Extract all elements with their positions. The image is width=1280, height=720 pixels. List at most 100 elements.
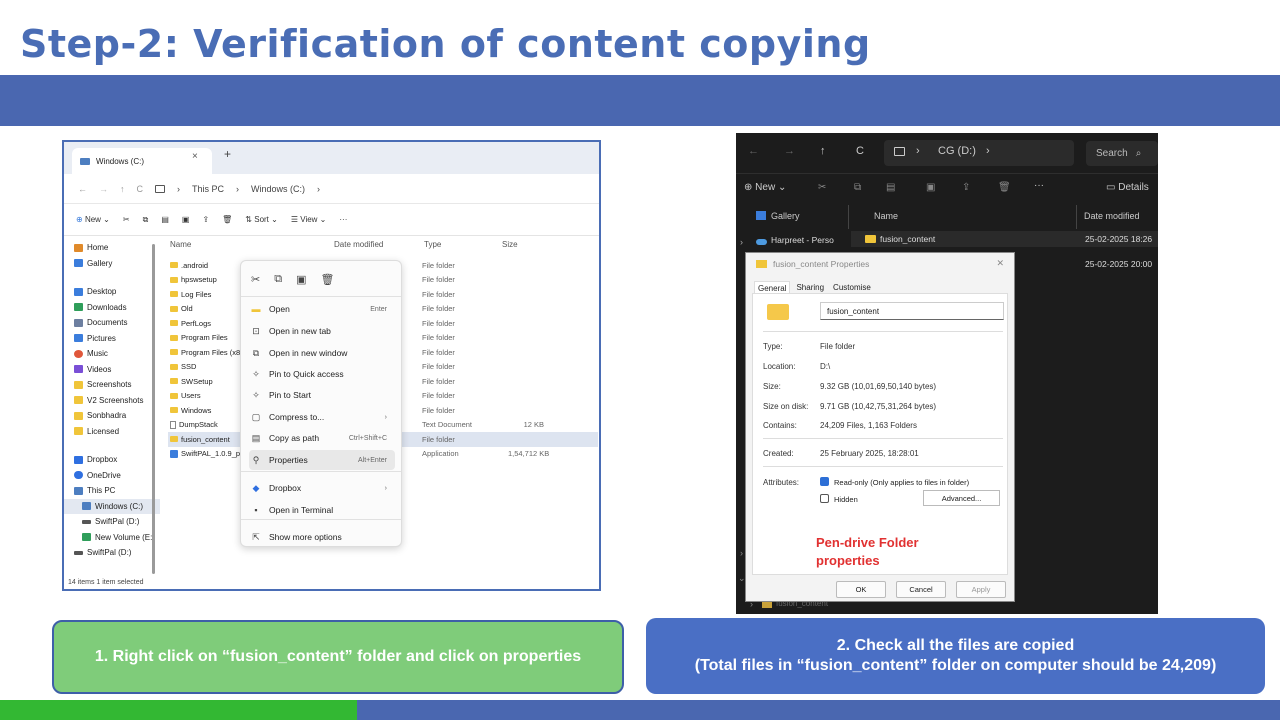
sidebar-item-gallery[interactable]: Gallery — [64, 256, 160, 272]
copy-icon[interactable]: ⧉ — [274, 273, 282, 286]
scrollbar[interactable] — [152, 244, 155, 574]
breadcrumb-drive[interactable]: CG (D:) — [938, 145, 976, 157]
apply-button[interactable]: Apply — [956, 581, 1006, 598]
folder-name-field[interactable]: fusion_content — [820, 302, 1004, 320]
sidebar-item-swiftpal-d-2[interactable]: SwiftPal (D:) — [64, 545, 160, 561]
forward-icon[interactable]: → — [99, 184, 108, 194]
hidden-checkbox[interactable] — [820, 494, 829, 503]
chevron-right-icon[interactable]: › — [740, 237, 743, 247]
menu-item-open-in-new-window[interactable]: ⧉ Open in new window — [249, 343, 395, 363]
file-type: File folder — [422, 275, 455, 285]
cut-icon[interactable]: ✂ — [251, 273, 260, 286]
sort-button[interactable]: ⇅ Sort ⌄ — [245, 215, 278, 224]
share-icon[interactable]: ⇪ — [202, 215, 209, 224]
address-bar: ← → ↑ C › This PC › Windows (C:) › — [64, 174, 599, 204]
plus-icon: ⊕ — [76, 215, 83, 224]
sidebar-item-home[interactable]: Home — [64, 240, 160, 256]
ok-button[interactable]: OK — [836, 581, 886, 598]
refresh-icon[interactable]: C — [137, 184, 144, 194]
cut-icon[interactable]: ✂ — [123, 215, 130, 224]
sidebar-item-licensed[interactable]: Licensed — [64, 424, 160, 440]
up-icon[interactable]: ↑ — [820, 145, 826, 157]
new-button[interactable]: ⊕ New ⌄ — [76, 215, 110, 224]
sidebar-item-windows-c[interactable]: Windows (C:) — [64, 498, 160, 514]
column-name[interactable]: Name — [170, 240, 191, 249]
location-value: D:\ — [820, 362, 831, 371]
view-button[interactable]: ☰ View ⌄ — [291, 215, 327, 224]
search-box[interactable]: Search ⌕ — [1086, 141, 1158, 166]
gallery-icon — [756, 211, 766, 220]
menu-item-open-in-new-tab[interactable]: ⊡ Open in new tab — [249, 321, 395, 341]
sidebar-item-harpreet[interactable]: Harpreet - Perso — [771, 235, 834, 245]
readonly-checkbox[interactable] — [820, 477, 829, 486]
back-icon[interactable]: ← — [748, 145, 759, 157]
sidebar-item-gallery[interactable]: Gallery — [771, 211, 800, 221]
sidebar-item-swiftpal-d[interactable]: SwiftPal (D:) — [64, 514, 160, 530]
sidebar-item-music[interactable]: Music — [64, 346, 160, 362]
rename-icon[interactable]: ▣ — [296, 273, 306, 286]
sidebar-item-desktop[interactable]: Desktop — [64, 284, 160, 300]
sidebar-item-onedrive[interactable]: OneDrive — [64, 468, 160, 484]
column-size[interactable]: Size — [502, 240, 518, 249]
sidebar-item-sonbhadra[interactable]: Sonbhadra — [64, 408, 160, 424]
sidebar-item-videos[interactable]: Videos — [64, 362, 160, 378]
new-button[interactable]: ⊕ New ⌄ — [744, 182, 786, 193]
menu-item-copy-as-path[interactable]: ▤ Copy as path Ctrl+Shift+C — [249, 428, 395, 448]
back-icon[interactable]: ← — [78, 184, 87, 194]
menu-item-open-in-terminal[interactable]: ▪ Open in Terminal — [249, 500, 395, 520]
menu-item-pin-to-quick-access[interactable]: ✧ Pin to Quick access — [249, 364, 395, 384]
sidebar-item-dropbox[interactable]: Dropbox — [64, 452, 160, 468]
column-date[interactable]: Date modified — [334, 240, 383, 249]
chevron-right-icon[interactable]: › — [740, 548, 743, 558]
details-button[interactable]: ▭ Details — [1106, 182, 1149, 193]
column-type[interactable]: Type — [424, 240, 441, 249]
copy-icon[interactable]: ⧉ — [854, 182, 861, 193]
menu-item-shortcut: Ctrl+Shift+C — [348, 434, 387, 442]
sidebar-item-this-pc[interactable]: This PC — [64, 483, 160, 499]
rename-icon[interactable]: ▣ — [926, 182, 935, 193]
menu-item-dropbox[interactable]: ◆ Dropbox › — [249, 478, 395, 498]
delete-icon[interactable]: 🗑 — [998, 182, 1011, 193]
breadcrumb-this-pc[interactable]: This PC — [192, 184, 224, 194]
menu-item-label: Pin to Quick access — [269, 369, 344, 379]
more-button[interactable]: ··· — [339, 215, 347, 224]
sidebar-item-pictures[interactable]: Pictures — [64, 331, 160, 347]
delete-icon[interactable]: 🗑 — [320, 273, 334, 286]
more-button[interactable]: ··· — [1034, 180, 1044, 191]
new-tab-icon[interactable]: + — [224, 147, 231, 161]
rename-icon[interactable]: ▣ — [182, 215, 190, 224]
tab-windows-c[interactable]: Windows (C:) — [72, 148, 212, 174]
sidebar-item-new-volume-e[interactable]: New Volume (E:) — [64, 530, 160, 546]
new-window-icon: ⧉ — [252, 347, 260, 358]
breadcrumb-sep: › — [317, 183, 321, 194]
close-icon[interactable]: ✕ — [996, 258, 1004, 269]
menu-item-compress-to[interactable]: ▢ Compress to... › — [249, 407, 395, 427]
column-name[interactable]: Name — [874, 211, 898, 221]
menu-item-show-more-options[interactable]: ⇱ Show more options — [249, 527, 395, 547]
menu-item-open[interactable]: ▬ Open Enter — [249, 299, 395, 319]
sidebar-item-documents[interactable]: Documents — [64, 315, 160, 331]
breadcrumb[interactable] — [884, 140, 1074, 166]
up-icon[interactable]: ↑ — [120, 184, 125, 194]
file-type: File folder — [422, 333, 455, 343]
table-row[interactable]: fusion_content 25-02-2025 18:26 — [851, 231, 1158, 247]
sidebar-item-screenshots[interactable]: Screenshots — [64, 377, 160, 393]
cancel-button[interactable]: Cancel — [896, 581, 946, 598]
share-icon[interactable]: ⇪ — [962, 182, 970, 193]
column-date[interactable]: Date modified — [1084, 211, 1140, 221]
divider — [1076, 205, 1077, 229]
breadcrumb-drive[interactable]: Windows (C:) — [251, 184, 305, 194]
delete-icon[interactable]: 🗑 — [222, 215, 232, 224]
menu-item-pin-to-start[interactable]: ✧ Pin to Start — [249, 385, 395, 405]
cut-icon[interactable]: ✂ — [818, 182, 826, 193]
refresh-icon[interactable]: C — [856, 145, 864, 157]
paste-icon[interactable]: ▤ — [161, 215, 169, 224]
close-icon[interactable]: × — [192, 151, 198, 162]
paste-icon[interactable]: ▤ — [886, 182, 895, 193]
sidebar-item-v2-screenshots[interactable]: V2 Screenshots — [64, 393, 160, 409]
sidebar-item-downloads[interactable]: Downloads — [64, 300, 160, 316]
forward-icon[interactable]: → — [784, 145, 795, 157]
advanced-button[interactable]: Advanced... — [923, 490, 1000, 506]
menu-item-properties[interactable]: ⚲ Properties Alt+Enter — [249, 450, 395, 470]
copy-icon[interactable]: ⧉ — [143, 215, 149, 225]
